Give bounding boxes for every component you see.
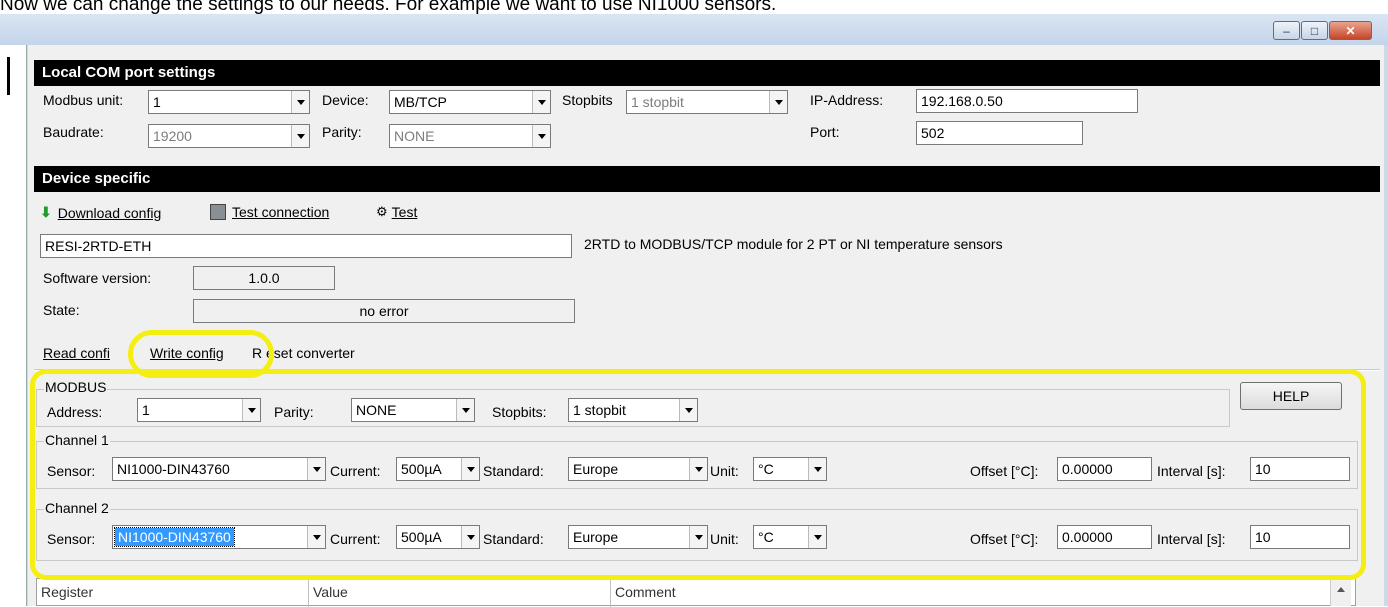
software-version-label: Software version: xyxy=(43,270,152,286)
modbus-unit-value: 1 xyxy=(153,94,161,110)
state-value: no error xyxy=(193,299,575,323)
software-version-value: 1.0.0 xyxy=(193,266,335,290)
state-label: State: xyxy=(43,302,80,318)
device-label: Device: xyxy=(322,92,369,108)
vertical-scrollbar[interactable] xyxy=(1330,578,1351,606)
read-config-button[interactable]: Read confi xyxy=(43,345,110,361)
stopbits-value: 1 stopbit xyxy=(631,94,684,110)
ip-address-input[interactable]: 192.168.0.50 xyxy=(916,89,1138,113)
download-arrow-icon: ⬇ xyxy=(40,204,52,220)
device-specific-header: Device specific xyxy=(34,166,1380,192)
window-controls: – □ ✕ xyxy=(1272,21,1372,40)
parity-value: NONE xyxy=(394,128,435,144)
stopbits-label: Stopbits xyxy=(562,92,613,108)
minimize-button[interactable]: – xyxy=(1273,21,1300,40)
settings-highlight xyxy=(30,369,1366,580)
device-value: MB/TCP xyxy=(394,94,447,110)
test-label: Test xyxy=(391,204,418,220)
modbus-unit-select[interactable]: 1 xyxy=(148,90,310,114)
download-config-label: Download config xyxy=(57,204,162,221)
test-button[interactable]: ⚙ Test xyxy=(376,204,417,220)
ip-address-label: IP-Address: xyxy=(810,92,884,108)
download-config-button[interactable]: ⬇ Download config xyxy=(40,204,161,221)
chevron-down-icon[interactable] xyxy=(291,91,309,113)
connection-icon xyxy=(210,204,226,220)
maximize-button[interactable]: □ xyxy=(1301,21,1328,40)
scroll-up-icon[interactable] xyxy=(1337,587,1345,592)
device-select[interactable]: MB/TCP xyxy=(389,90,551,114)
left-panel xyxy=(0,45,27,606)
close-button[interactable]: ✕ xyxy=(1329,21,1372,40)
chevron-down-icon[interactable] xyxy=(532,91,550,113)
title-bar xyxy=(0,14,1388,45)
chevron-down-icon[interactable] xyxy=(291,125,309,147)
modbus-unit-label: Modbus unit: xyxy=(43,92,124,108)
parity-select[interactable]: NONE xyxy=(389,124,551,148)
tools-icon: ⚙ xyxy=(376,204,388,219)
port-label: Port: xyxy=(810,124,840,140)
left-panel-marker xyxy=(7,57,10,95)
stopbits-select[interactable]: 1 stopbit xyxy=(626,90,788,114)
local-com-header: Local COM port settings xyxy=(34,60,1380,86)
device-name-input[interactable]: RESI-2RTD-ETH xyxy=(40,234,572,258)
test-connection-button[interactable]: Test connection xyxy=(210,204,329,220)
column-header-value[interactable]: Value xyxy=(309,579,611,607)
chevron-down-icon[interactable] xyxy=(769,91,787,113)
port-input[interactable]: 502 xyxy=(916,121,1083,145)
column-header-comment[interactable]: Comment xyxy=(611,579,1327,607)
baudrate-select[interactable]: 19200 xyxy=(148,124,310,148)
baudrate-value: 19200 xyxy=(153,128,192,144)
test-connection-label: Test connection xyxy=(232,204,330,220)
parity-label: Parity: xyxy=(322,124,362,140)
register-grid-header: Register Value Comment xyxy=(36,578,1356,607)
baudrate-label: Baudrate: xyxy=(43,124,104,140)
chevron-down-icon[interactable] xyxy=(532,125,550,147)
device-description: 2RTD to MODBUS/TCP module for 2 PT or NI… xyxy=(584,236,1003,252)
column-header-register[interactable]: Register xyxy=(37,579,309,607)
